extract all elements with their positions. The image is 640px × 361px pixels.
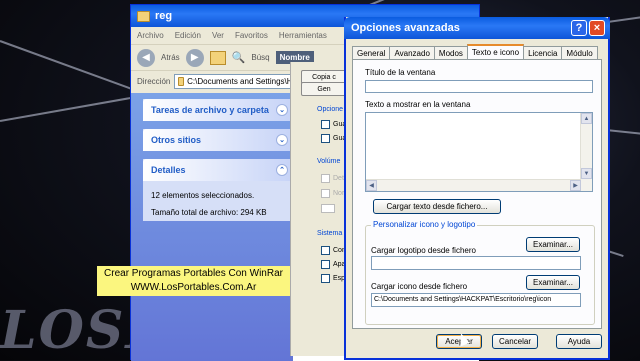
checkbox[interactable]: [321, 274, 330, 283]
file-tasks-heading[interactable]: Tareas de archivo y carpeta: [151, 105, 269, 115]
menu-ver[interactable]: Ver: [212, 31, 224, 40]
total-size: Tamaño total de archivo: 294 KB: [151, 208, 267, 217]
volumes-group-label: Volúme: [317, 158, 341, 165]
scroll-left-icon[interactable]: ◀: [366, 180, 377, 191]
window-title-input[interactable]: [365, 80, 593, 93]
options-group-label: Opcione: [317, 106, 344, 113]
dialog-titlebar[interactable]: Opciones avanzadas ? ×: [344, 17, 610, 39]
details-heading[interactable]: Detalles: [151, 165, 186, 175]
logo-label: Cargar logotipo desde fichero: [371, 246, 476, 255]
other-places-heading[interactable]: Otros sitios: [151, 135, 201, 145]
menu-favoritos[interactable]: Favoritos: [235, 31, 268, 40]
up-folder-icon[interactable]: [209, 50, 226, 65]
search-button-label[interactable]: Búsq: [251, 53, 269, 62]
icon-path-input[interactable]: C:\Documents and Settings\HACKPAT\Escrit…: [371, 293, 581, 307]
tab-licencia[interactable]: Licencia: [523, 46, 563, 60]
light-ray: [0, 40, 132, 90]
menu-edicion[interactable]: Edición: [175, 31, 201, 40]
address-label: Dirección: [137, 76, 171, 86]
light-ray: [0, 95, 139, 122]
chevron-down-icon[interactable]: ⌄: [276, 134, 288, 146]
details-panel: Detalles ⌃ 12 elementos seleccionados. T…: [143, 159, 293, 221]
text-icon-tab-page: Título de la ventana Texto a mostrar en …: [352, 59, 602, 329]
load-text-button[interactable]: Cargar texto desde fichero...: [373, 199, 501, 214]
customize-group-title: Personalizar icono y logotipo: [371, 220, 478, 229]
chevron-down-icon[interactable]: ⌄: [276, 104, 288, 116]
logo-path-input[interactable]: [371, 256, 581, 270]
checkbox[interactable]: [321, 260, 330, 269]
window-text-area[interactable]: ▲ ▼ ◀ ▶: [365, 112, 593, 192]
customize-icon-group: Personalizar icono y logotipo Cargar log…: [365, 220, 595, 325]
close-icon[interactable]: ×: [589, 20, 605, 36]
checkbox[interactable]: [321, 246, 330, 255]
help-icon[interactable]: ?: [571, 20, 587, 36]
icon-browse-button[interactable]: Examinar...: [526, 275, 580, 290]
tab-avanzado[interactable]: Avanzado: [389, 46, 435, 60]
tab-strip: General Avanzado Modos Texto e icono Lic…: [352, 44, 598, 60]
scroll-right-icon[interactable]: ▶: [570, 180, 581, 191]
horizontal-scrollbar[interactable]: ◀ ▶: [366, 179, 581, 191]
menu-archivo[interactable]: Archivo: [137, 31, 164, 40]
tab-modulo[interactable]: Módulo: [561, 46, 598, 60]
checkbox[interactable]: [321, 204, 335, 213]
file-tasks-panel[interactable]: Tareas de archivo y carpeta ⌄: [143, 99, 293, 121]
checkbox[interactable]: [321, 174, 330, 183]
folder-icon: [137, 10, 150, 22]
dialog-title: Opciones avanzadas: [351, 22, 460, 34]
cancel-button[interactable]: Cancelar: [492, 334, 538, 349]
forward-arrow-icon[interactable]: ▶: [185, 48, 204, 67]
tab-general[interactable]: General: [352, 46, 391, 60]
icon-path-value: C:\Documents and Settings\HACKPAT\Escrit…: [374, 296, 552, 303]
promo-caption: Crear Programas Portables Con WinRar WWW…: [97, 266, 290, 296]
scroll-up-icon[interactable]: ▲: [581, 113, 592, 124]
advanced-options-dialog: Opciones avanzadas ? × General Avanzado …: [344, 17, 610, 360]
winrar-sfx-dialog: Copia c Gen Opcione Gua Gua Volúme Dete …: [290, 62, 348, 356]
back-button-label[interactable]: Atrás: [161, 53, 180, 62]
task-pane: Tareas de archivo y carpeta ⌄ Otros siti…: [131, 93, 293, 361]
menu-herramientas[interactable]: Herramientas: [279, 31, 327, 40]
search-icon[interactable]: 🔍: [232, 51, 246, 64]
explorer-title: reg: [155, 10, 173, 22]
checkbox[interactable]: [321, 120, 330, 129]
checkbox-label: Nor: [333, 190, 345, 197]
promo-line-2: WWW.LosPortables.Com.Ar: [130, 282, 257, 293]
scroll-down-icon[interactable]: ▼: [581, 168, 592, 179]
window-title-label: Título de la ventana: [365, 68, 436, 77]
promo-line-1: Crear Programas Portables Con WinRar: [104, 268, 283, 279]
back-arrow-icon[interactable]: ◀: [137, 48, 155, 67]
selected-count: 12 elementos seleccionados.: [151, 191, 255, 200]
vertical-scrollbar[interactable]: ▲ ▼: [580, 113, 592, 191]
checkbox[interactable]: [321, 189, 330, 198]
tab-texto-e-icono[interactable]: Texto e icono: [466, 44, 525, 60]
other-places-panel[interactable]: Otros sitios ⌄: [143, 129, 293, 151]
folder-icon: [178, 76, 185, 86]
system-group-label: Sistema: [317, 230, 343, 237]
checkbox[interactable]: [321, 134, 330, 143]
gen-button[interactable]: Gen: [301, 82, 347, 96]
chevron-up-icon[interactable]: ⌃: [276, 164, 288, 176]
tab-modos[interactable]: Modos: [433, 46, 468, 60]
logo-browse-button[interactable]: Examinar...: [526, 237, 580, 252]
window-text-label: Texto a mostrar en la ventana: [365, 100, 471, 109]
help-button[interactable]: Ayuda: [556, 334, 602, 349]
icon-label: Cargar icono desde fichero: [371, 282, 468, 291]
